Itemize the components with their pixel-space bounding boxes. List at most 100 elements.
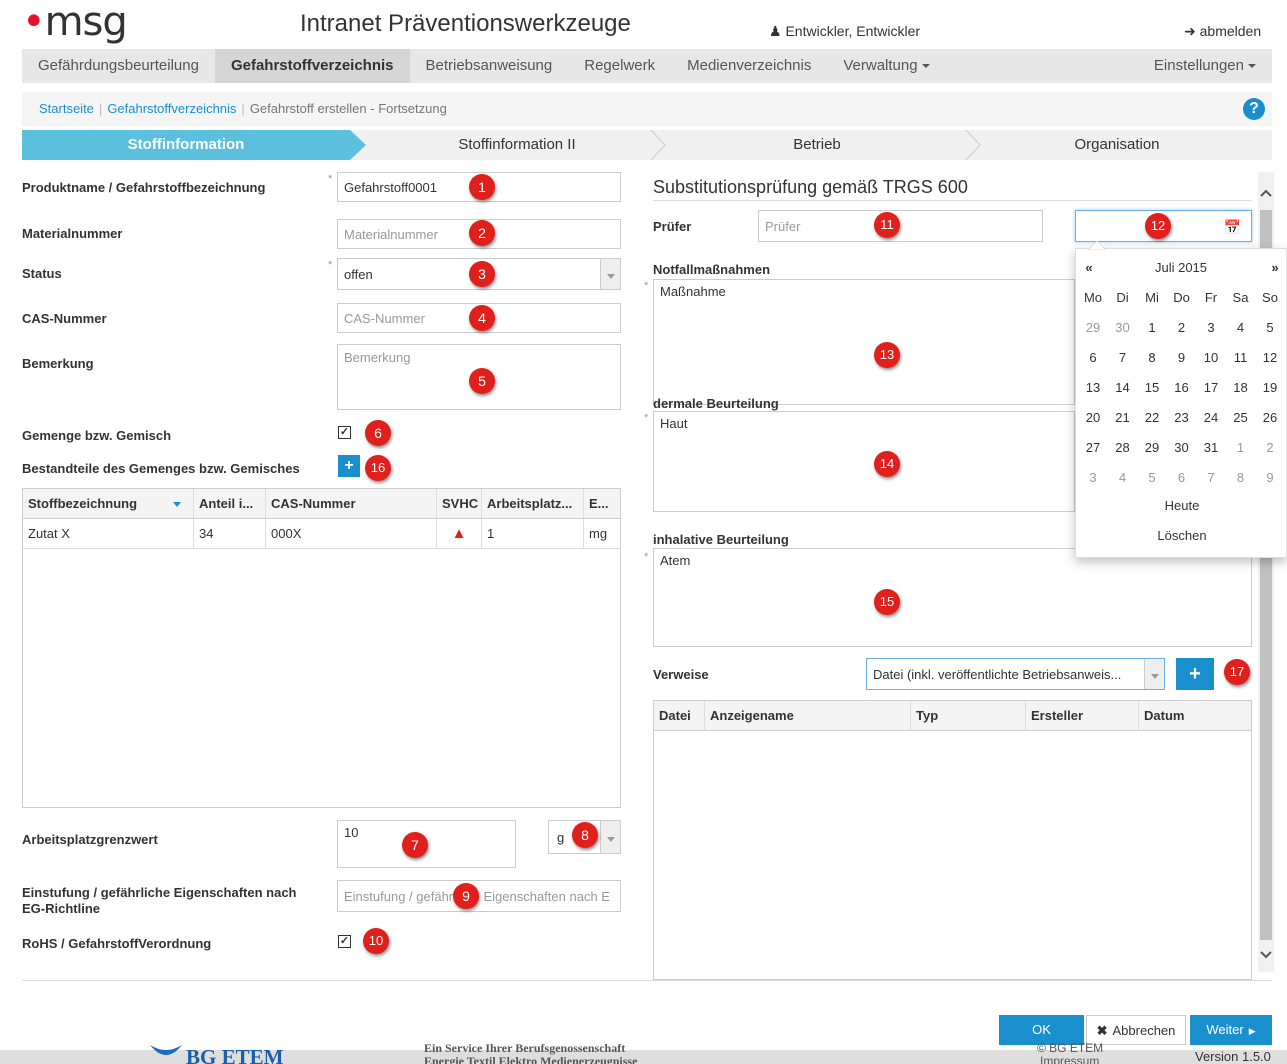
user-menu[interactable]: ♟ Entwickler, Entwickler [769,23,920,40]
month-title[interactable]: Juli 2015 [1102,253,1260,283]
prev-month-button[interactable]: « [1076,253,1102,283]
day-cell[interactable]: 16 [1169,373,1195,403]
scroll-down-icon[interactable] [1260,950,1272,960]
day-cell[interactable]: 23 [1169,403,1195,433]
dermal-textarea[interactable]: Haut [653,411,1075,512]
day-cell[interactable]: 13 [1080,373,1106,403]
day-cell[interactable]: 2 [1257,433,1283,463]
day-cell[interactable]: 1 [1139,313,1165,343]
pruefer-input[interactable]: Prüfer [758,210,1043,242]
day-cell[interactable]: 4 [1228,313,1254,343]
nav-item-verwaltung[interactable]: Verwaltung [827,49,945,83]
day-cell[interactable]: 7 [1198,463,1224,493]
day-cell[interactable]: 7 [1110,343,1136,373]
wizard-step-stoffinformation[interactable]: Stoffinformation [22,130,350,160]
column-header-typ[interactable]: Typ [911,701,1026,731]
day-cell[interactable]: 14 [1110,373,1136,403]
day-cell[interactable]: 29 [1080,313,1106,343]
column-header-datum[interactable]: Datum [1139,701,1251,731]
day-cell[interactable]: 31 [1198,433,1224,463]
today-button[interactable]: Heute [1076,491,1287,521]
day-cell[interactable]: 6 [1169,463,1195,493]
day-cell[interactable]: 3 [1080,463,1106,493]
impressum-link[interactable]: Impressum [1040,1054,1099,1064]
day-cell[interactable]: 20 [1080,403,1106,433]
table-cell[interactable]: Zutat X [23,519,194,549]
nav-item-gefahrstoffverzeichnis[interactable]: Gefahrstoffverzeichnis [214,49,410,83]
day-cell[interactable]: 2 [1169,313,1195,343]
nav-item-gefaehrdungsbeurteilung[interactable]: Gefährdungsbeurteilung [22,49,215,83]
wizard-step-organisation[interactable]: Organisation [982,130,1252,160]
day-cell[interactable]: 18 [1228,373,1254,403]
next-button[interactable]: Weiter ▶ [1190,1015,1272,1045]
day-cell[interactable]: 5 [1257,313,1283,343]
nav-item-einstellungen[interactable]: Einstellungen [1138,49,1272,83]
day-cell[interactable]: 19 [1257,373,1283,403]
verweise-type-select[interactable]: Datei (inkl. veröffentlichte Betriebsanw… [866,658,1165,690]
day-cell[interactable]: 30 [1110,313,1136,343]
column-header-ersteller[interactable]: Ersteller [1026,701,1139,731]
column-header-stoffbezeichnung[interactable]: Stoffbezeichnung [23,489,194,519]
breadcrumb-home[interactable]: Startseite [39,101,94,116]
wizard-step-betrieb[interactable]: Betrieb [667,130,967,160]
day-cell[interactable]: 15 [1139,373,1165,403]
column-header-datei[interactable]: Datei [654,701,705,731]
column-header-arbeitsplatz[interactable]: Arbeitsplatz... [482,489,584,519]
day-cell[interactable]: 30 [1169,433,1195,463]
day-cell[interactable]: 21 [1110,403,1136,433]
day-cell[interactable]: 6 [1080,343,1106,373]
wizard-steps: Stoffinformation Stoffinformation II Bet… [22,130,1272,160]
day-cell[interactable]: 9 [1257,463,1283,493]
day-cell[interactable]: 26 [1257,403,1283,433]
day-cell[interactable]: 24 [1198,403,1224,433]
table-cell[interactable]: 000X [266,519,437,549]
help-icon[interactable]: ? [1243,98,1265,120]
column-header-svhc[interactable]: SVHC [437,489,482,519]
nav-item-medienverzeichnis[interactable]: Medienverzeichnis [671,49,827,83]
clear-button[interactable]: Löschen [1076,521,1287,551]
add-verweis-button[interactable]: + [1176,658,1214,690]
wizard-arrow [350,130,366,160]
column-header-cas[interactable]: CAS-Nummer [266,489,437,519]
einstufung-input[interactable]: Einstufung / gefährliche Eigenschaften n… [337,880,621,912]
gemenge-checkbox[interactable]: ✓ [338,426,351,439]
day-cell[interactable]: 29 [1139,433,1165,463]
day-cell[interactable]: 3 [1198,313,1224,343]
table-cell[interactable]: 1 [482,519,584,549]
logout-link[interactable]: ➜ abmelden [1184,23,1261,40]
week-row: 20 21 22 23 24 25 26 [1076,403,1287,433]
day-cell[interactable]: 11 [1228,343,1254,373]
notfall-textarea[interactable]: Maßnahme [653,279,1075,405]
next-month-button[interactable]: » [1262,253,1287,283]
day-cell[interactable]: 28 [1110,433,1136,463]
wizard-step-stoffinformation-2[interactable]: Stoffinformation II [367,130,667,160]
inhalativ-textarea[interactable]: Atem [653,548,1252,647]
day-cell[interactable]: 25 [1228,403,1254,433]
day-cell[interactable]: 5 [1139,463,1165,493]
scroll-up-icon[interactable] [1260,188,1272,198]
column-header-einheit[interactable]: E... [584,489,620,519]
add-bestandteil-button[interactable]: + [338,455,360,477]
annotation-badge: 9 [453,883,479,909]
weekday-label: Fr [1204,290,1218,305]
day-cell[interactable]: 8 [1228,463,1254,493]
breadcrumb-section[interactable]: Gefahrstoffverzeichnis [107,101,236,116]
day-cell[interactable]: 17 [1198,373,1224,403]
column-header-anteil[interactable]: Anteil i... [194,489,266,519]
day-cell[interactable]: 12 [1257,343,1283,373]
nav-item-regelwerk[interactable]: Regelwerk [568,49,671,83]
day-cell[interactable]: 1 [1228,433,1254,463]
day-cell[interactable]: 27 [1080,433,1106,463]
day-cell[interactable]: 9 [1169,343,1195,373]
day-cell[interactable]: 8 [1139,343,1165,373]
table-cell[interactable]: mg [584,519,620,549]
day-cell[interactable]: 22 [1139,403,1165,433]
column-header-anzeigename[interactable]: Anzeigename [705,701,911,731]
divider [22,980,1272,981]
day-cell[interactable]: 10 [1198,343,1224,373]
day-cell[interactable]: 4 [1110,463,1136,493]
calendar-icon[interactable]: 📅 [1224,219,1241,236]
table-cell[interactable]: 34 [194,519,266,549]
nav-item-betriebsanweisung[interactable]: Betriebsanweisung [410,49,569,83]
rohs-checkbox[interactable]: ✓ [338,935,351,948]
